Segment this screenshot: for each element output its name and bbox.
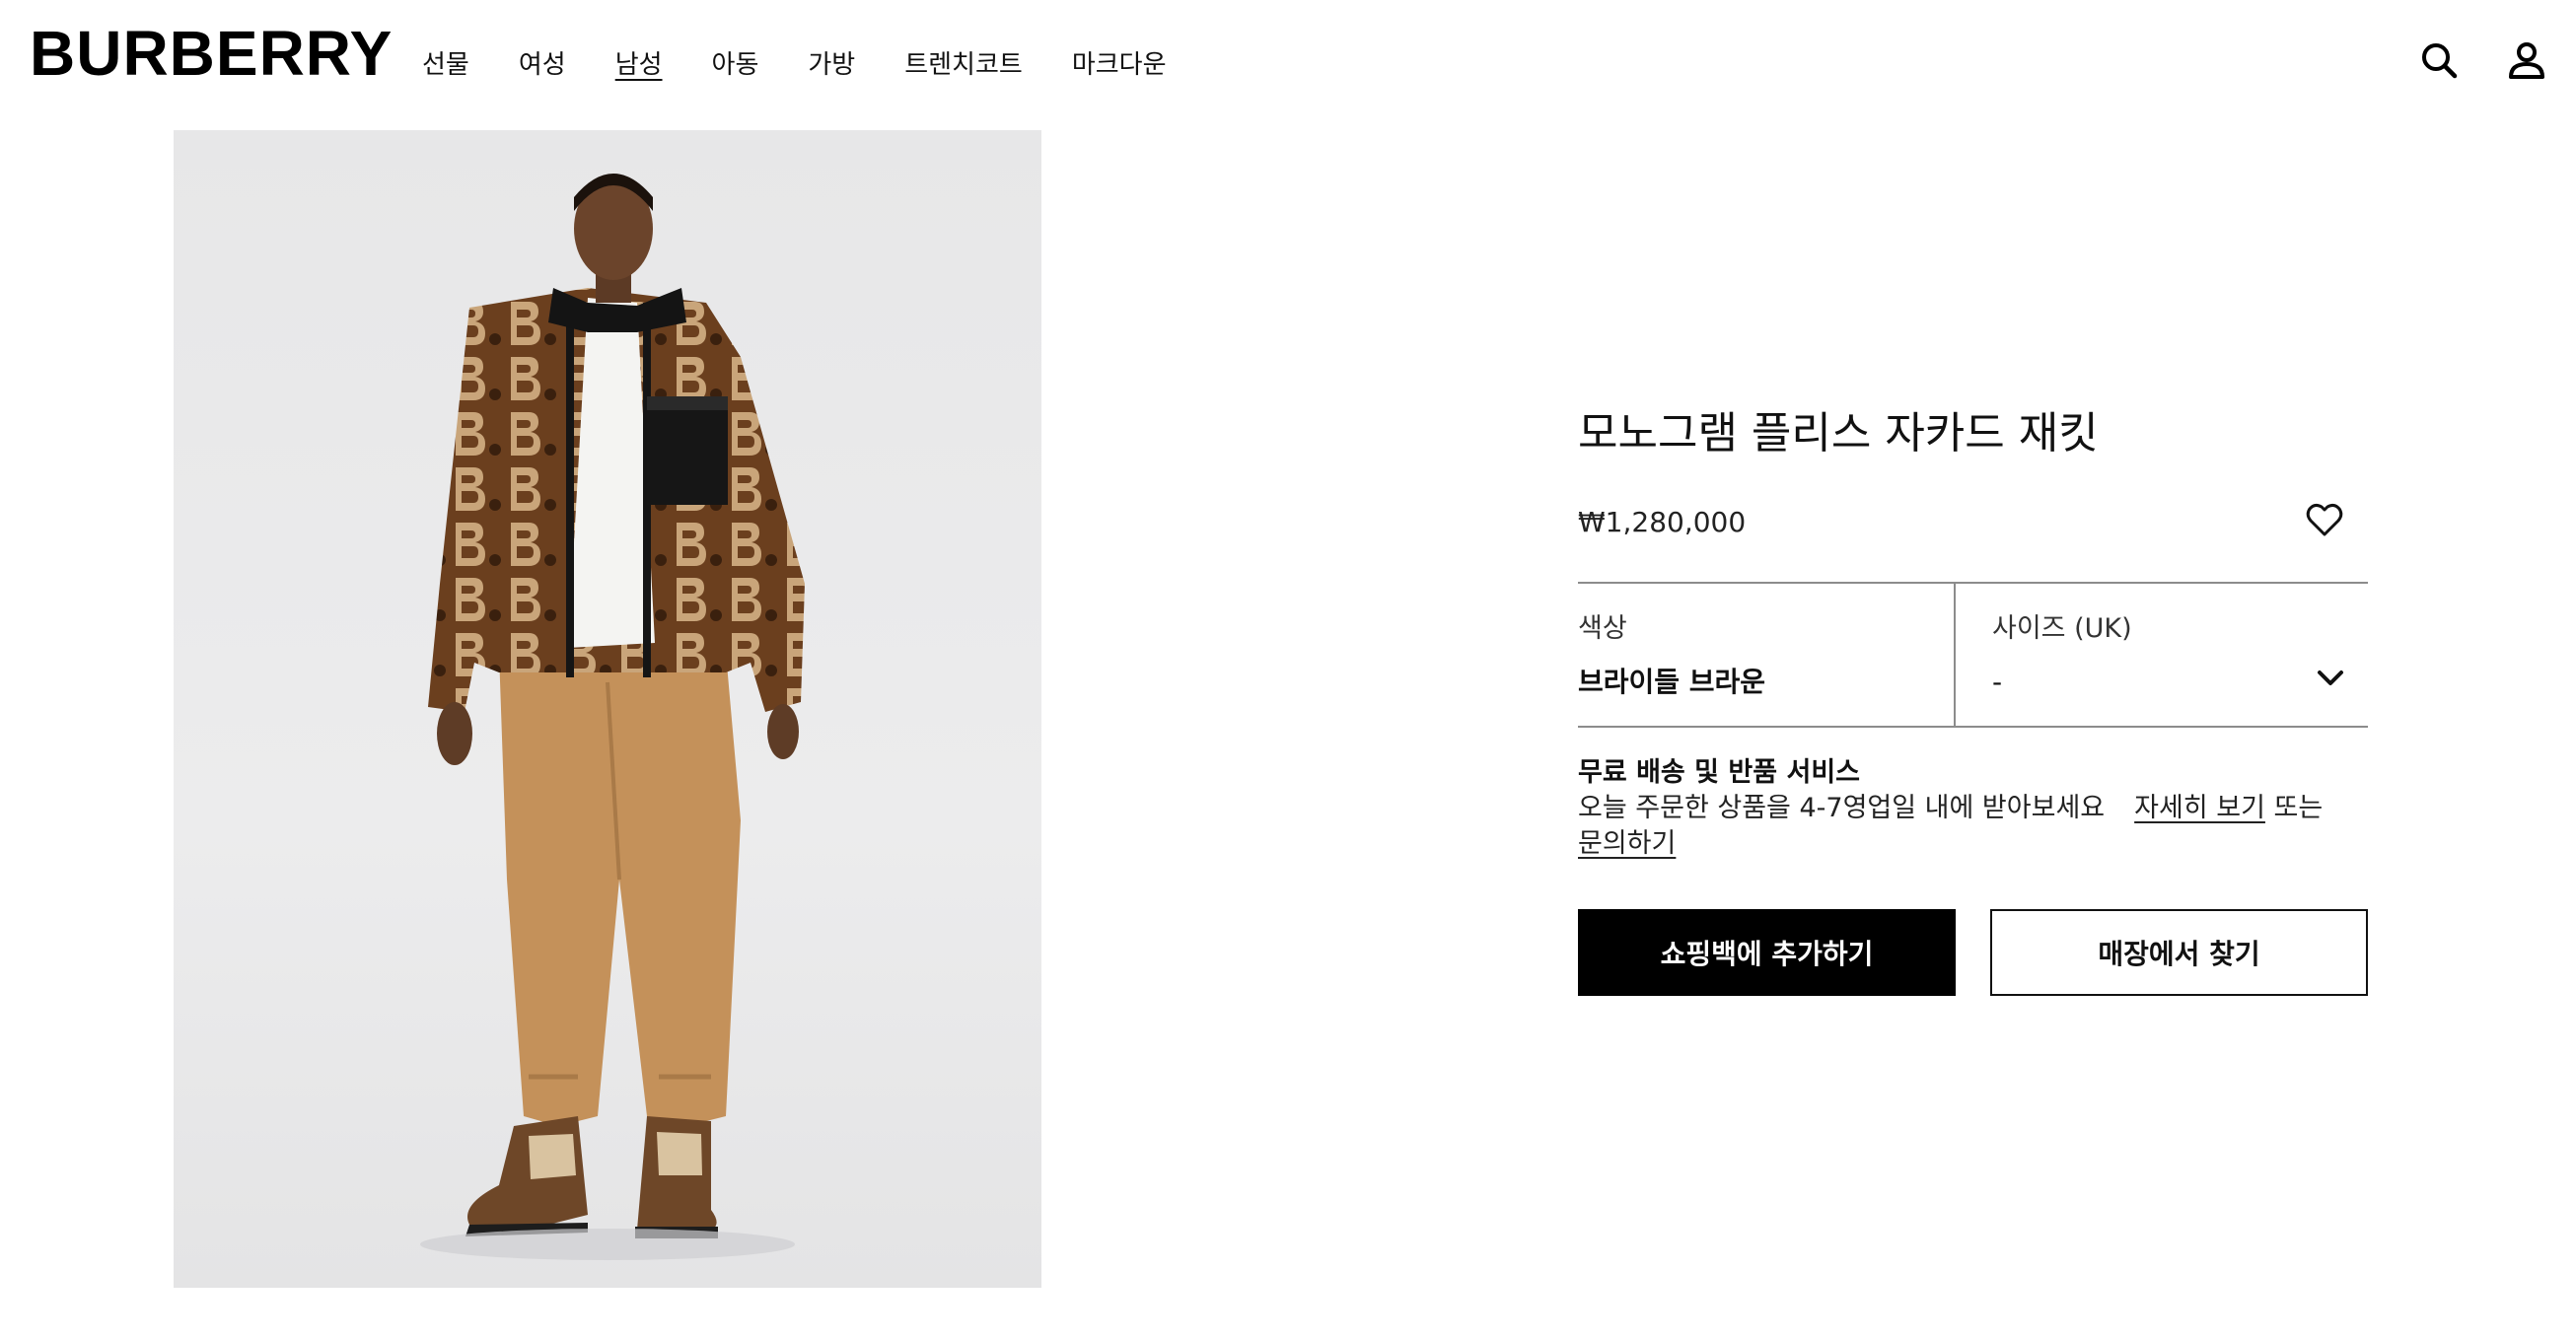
shipping-title: 무료 배송 및 반품 서비스 xyxy=(1578,757,1860,788)
price-row: ₩1,280,000 xyxy=(1578,501,2368,548)
heart-icon[interactable] xyxy=(2305,501,2348,544)
nav-item-markdown[interactable]: 마크다운 xyxy=(1072,47,1167,83)
nav-item-men[interactable]: 남성 xyxy=(615,47,663,83)
action-buttons: 쇼핑백에 추가하기 매장에서 찾기 xyxy=(1578,909,2368,996)
size-selector[interactable]: 사이즈 (UK) - xyxy=(1956,584,2368,726)
variant-selectors: 색상 브라이들 브라운 사이즈 (UK) - xyxy=(1578,582,2368,728)
product-details: 모노그램 플리스 자카드 재킷 ₩1,280,000 색상 브라이들 브라운 사… xyxy=(1578,404,2368,996)
shipping-info: 무료 배송 및 반품 서비스 오늘 주문한 상품을 4-7영업일 내에 받아보세… xyxy=(1578,755,2368,862)
details-link[interactable]: 자세히 보기 xyxy=(2134,793,2265,823)
product-price: ₩1,280,000 xyxy=(1578,506,1747,538)
color-value: 브라이들 브라운 xyxy=(1578,666,1766,698)
brand-logo[interactable]: BURBERRY xyxy=(30,18,393,89)
account-icon[interactable] xyxy=(2505,39,2548,83)
search-icon[interactable] xyxy=(2418,39,2462,83)
inquiry-link[interactable]: 문의하기 xyxy=(1578,828,1676,859)
main-nav: 선물 여성 남성 아동 가방 트렌치코트 마크다운 xyxy=(422,47,1216,83)
site-header: BURBERRY 선물 여성 남성 아동 가방 트렌치코트 마크다운 xyxy=(0,0,2576,128)
shipping-text-block: 오늘 주문한 상품을 4-7영업일 내에 받아보세요 자세히 보기 또는 문의하기 xyxy=(1578,791,2368,862)
find-in-store-button[interactable]: 매장에서 찾기 xyxy=(1990,909,2368,996)
nav-item-children[interactable]: 아동 xyxy=(712,47,759,83)
or-text: 또는 xyxy=(2273,793,2324,823)
size-value: - xyxy=(1992,666,2003,698)
nav-item-trench[interactable]: 트렌치코트 xyxy=(904,47,1023,83)
size-label: 사이즈 (UK) xyxy=(1992,613,2132,644)
product-title: 모노그램 플리스 자카드 재킷 xyxy=(1578,408,2099,459)
model-photo xyxy=(420,174,805,1260)
color-label: 색상 xyxy=(1578,613,1627,644)
add-to-bag-button[interactable]: 쇼핑백에 추가하기 xyxy=(1578,909,1956,996)
color-selector[interactable]: 색상 브라이들 브라운 xyxy=(1578,584,1956,726)
chevron-down-icon[interactable] xyxy=(2315,663,2346,694)
nav-item-gifts[interactable]: 선물 xyxy=(422,47,469,83)
shipping-text: 오늘 주문한 상품을 4-7영업일 내에 받아보세요 xyxy=(1578,793,2106,823)
nav-item-bags[interactable]: 가방 xyxy=(808,47,855,83)
product-image[interactable] xyxy=(174,130,1041,1288)
nav-item-women[interactable]: 여성 xyxy=(519,47,566,83)
